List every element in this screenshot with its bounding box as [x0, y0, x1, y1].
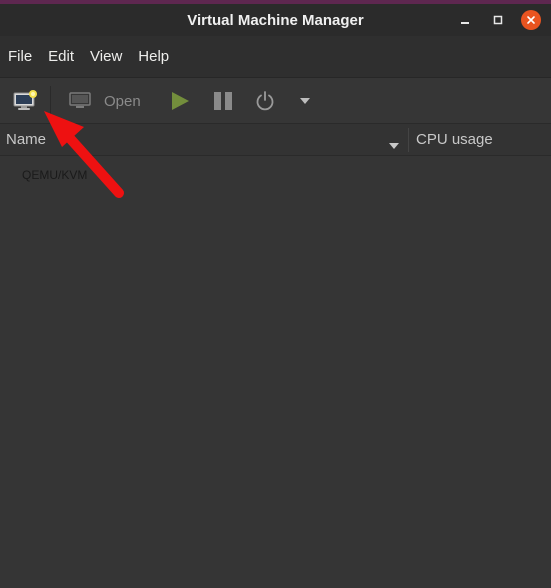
connection-row-qemu-kvm[interactable]: QEMU/KVM	[22, 168, 87, 182]
maximize-icon	[493, 15, 503, 25]
open-label: Open	[104, 92, 141, 110]
pause-icon	[214, 92, 232, 110]
column-header-cpu-usage[interactable]: CPU usage	[416, 124, 493, 156]
shutdown-button[interactable]	[253, 78, 277, 124]
shutdown-menu-button[interactable]	[296, 78, 314, 124]
close-button[interactable]	[520, 4, 542, 36]
open-button[interactable]: Open	[68, 78, 148, 124]
chevron-down-icon	[300, 98, 310, 104]
minimize-button[interactable]	[455, 4, 475, 36]
window-title: Virtual Machine Manager	[187, 11, 364, 29]
menu-view[interactable]: View	[90, 48, 122, 65]
title-bar[interactable]: Virtual Machine Manager	[0, 4, 551, 36]
maximize-button[interactable]	[488, 4, 508, 36]
toolbar-separator	[50, 86, 51, 116]
toolbar: Open	[0, 78, 551, 124]
menu-edit[interactable]: Edit	[48, 48, 74, 65]
list-header: Name CPU usage	[0, 124, 551, 156]
menu-help[interactable]: Help	[138, 48, 169, 65]
run-button[interactable]	[168, 78, 192, 124]
sort-indicator[interactable]	[389, 136, 399, 154]
monitor-new-icon	[13, 90, 37, 110]
sort-down-icon	[389, 143, 399, 149]
column-header-name[interactable]: Name	[6, 124, 46, 156]
menu-bar: File Edit View Help	[0, 36, 551, 78]
vm-list[interactable]: QEMU/KVM	[0, 156, 551, 586]
play-icon	[172, 92, 189, 110]
column-divider	[408, 128, 409, 152]
monitor-icon	[69, 92, 91, 108]
minimize-icon	[461, 22, 469, 24]
menu-file[interactable]: File	[8, 48, 32, 65]
close-icon	[527, 16, 535, 24]
close-circle	[521, 10, 541, 30]
app-window: Virtual Machine Manager File Edit View H…	[0, 4, 551, 588]
power-icon	[256, 91, 274, 111]
new-vm-button[interactable]	[8, 78, 42, 124]
pause-button[interactable]	[211, 78, 235, 124]
